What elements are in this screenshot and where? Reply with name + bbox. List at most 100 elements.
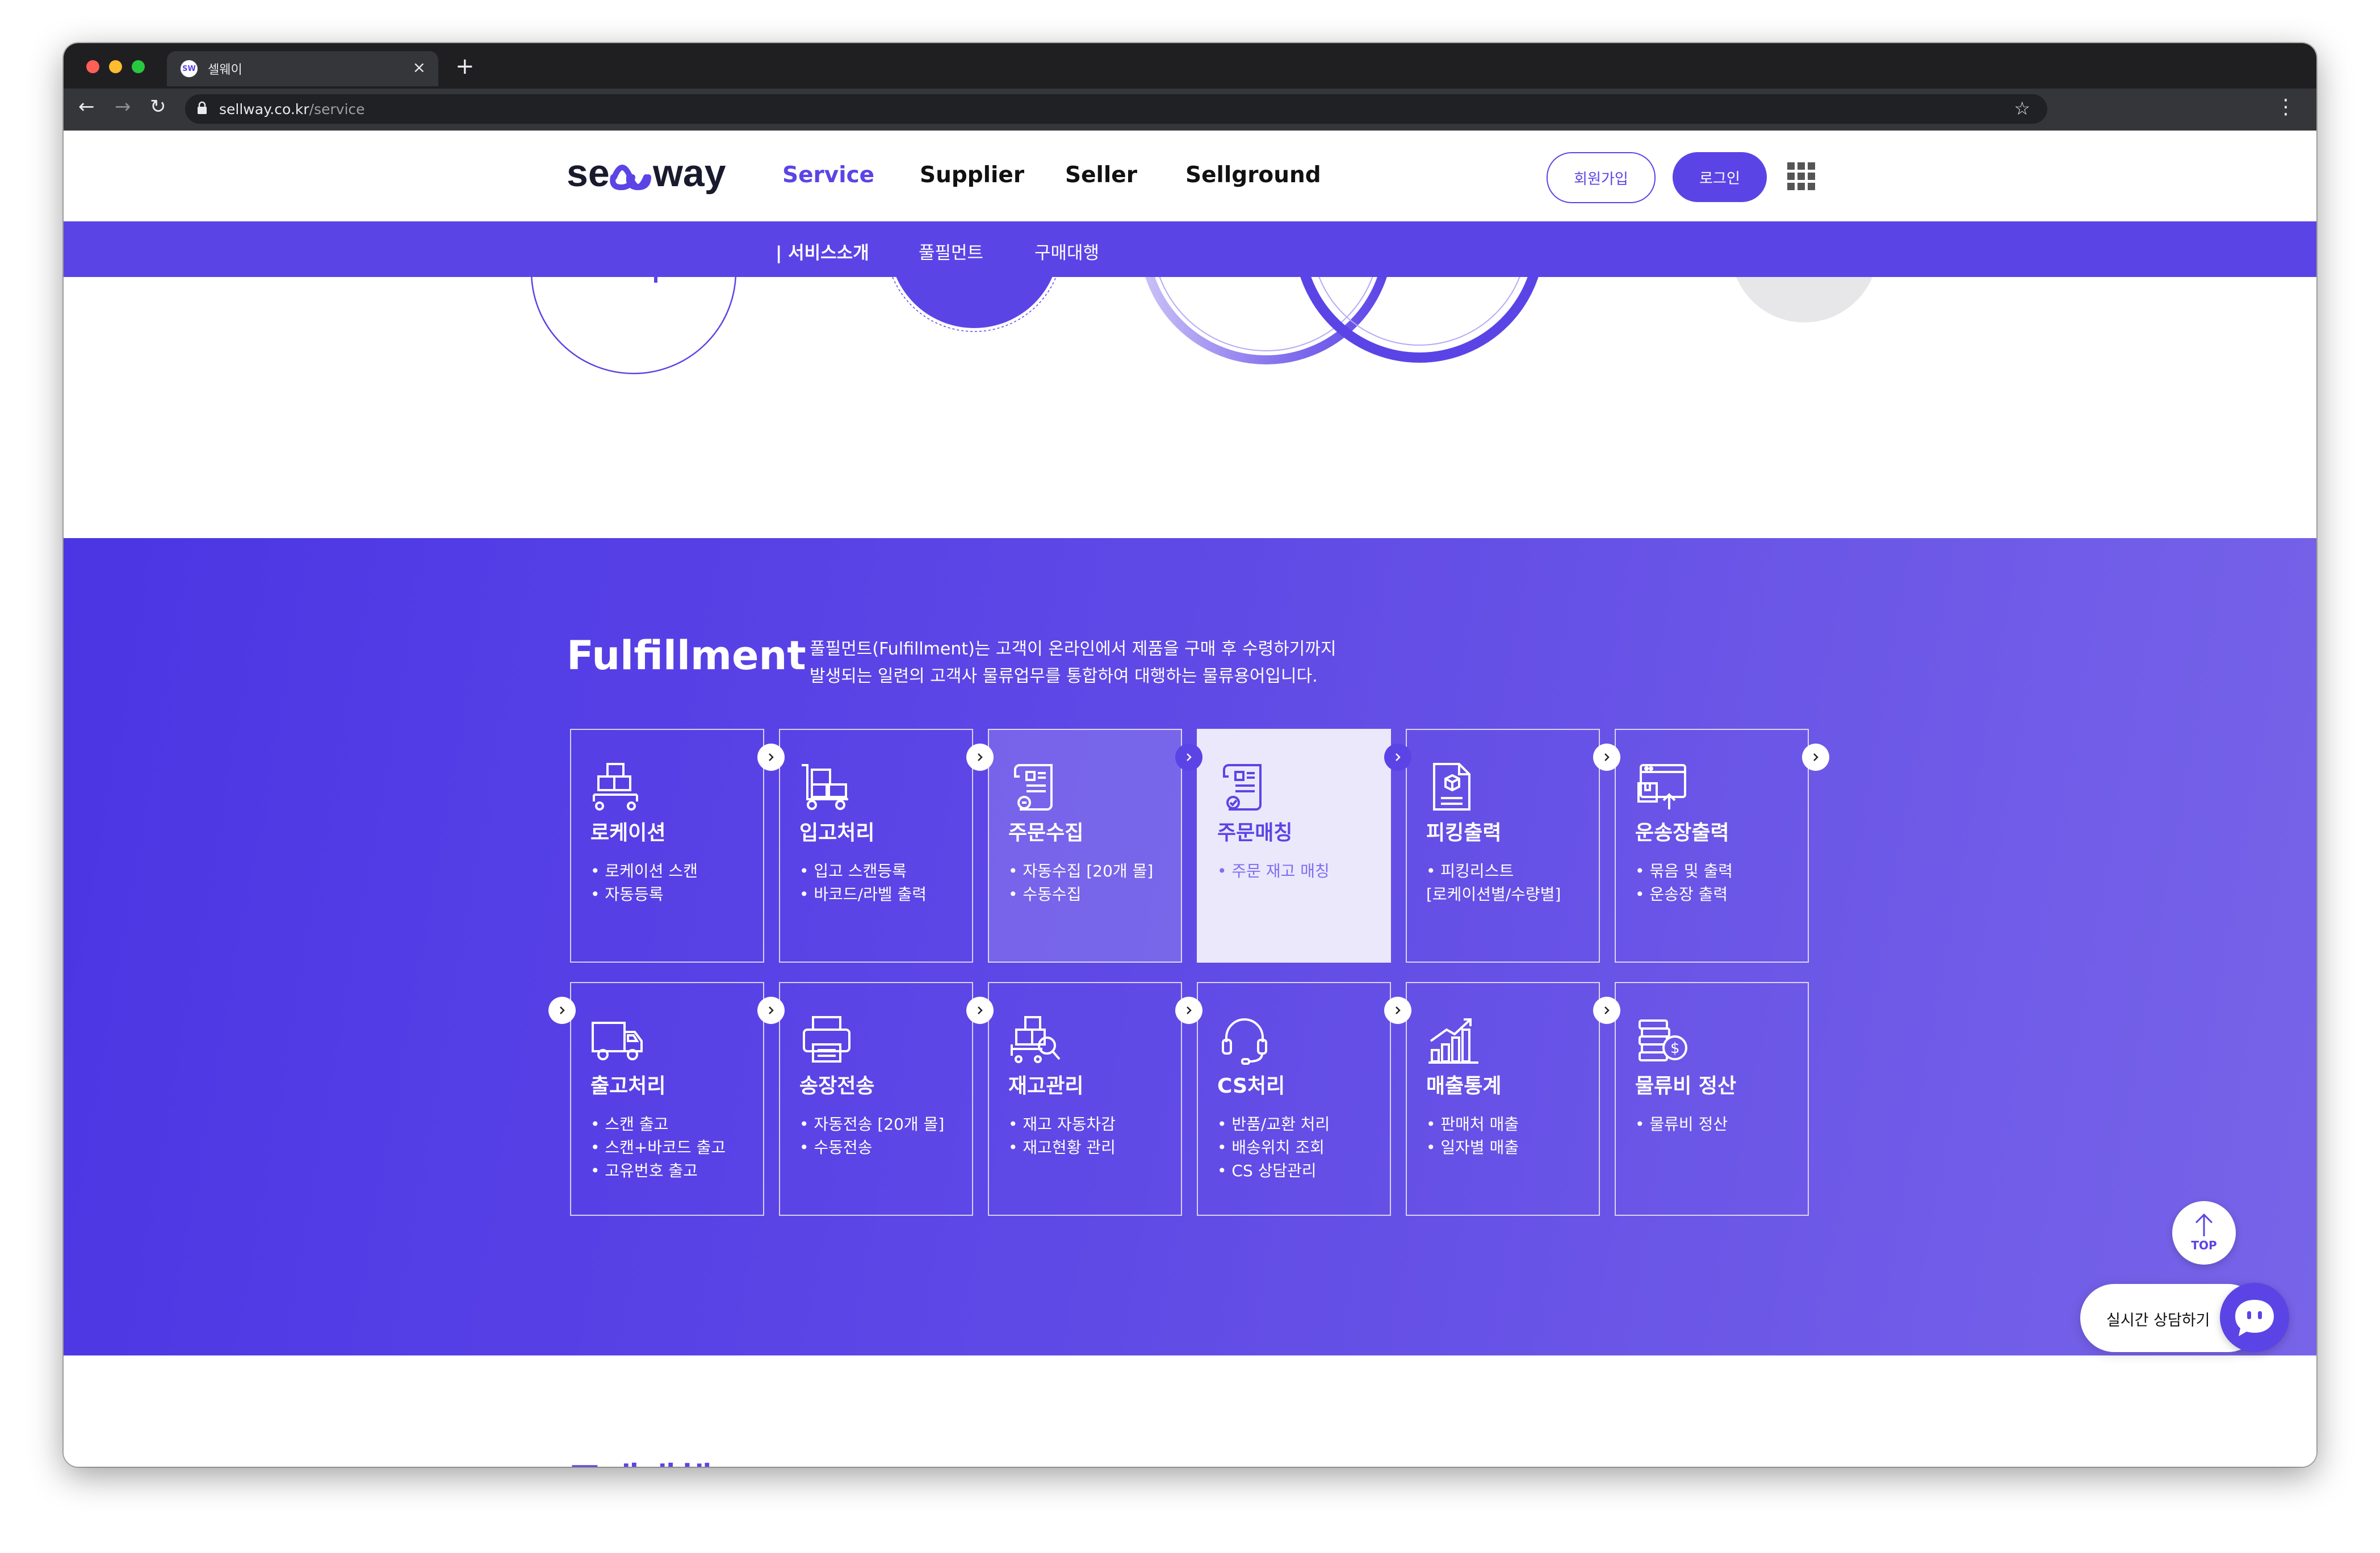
- card-items: • 자동전송 [20개 몰] • 수동전송: [799, 1113, 944, 1159]
- fulfillment-section: Fulfillment 풀필먼트(Fulfillment)는 고객이 온라인에서…: [64, 538, 2316, 1355]
- signup-button[interactable]: 회원가입: [1547, 152, 1656, 203]
- printer-icon: [803, 1016, 850, 1063]
- step-arrow-icon: [548, 997, 576, 1024]
- card-item: • 자동수집 [20개 몰]: [1008, 862, 1154, 880]
- sub-navigation: | 서비스소개 풀필먼트 구매대행: [64, 221, 2316, 277]
- card-order-collect[interactable]: 주문수집 • 자동수집 [20개 몰] • 수동수집: [988, 729, 1182, 963]
- tab-title: 셀웨이: [208, 63, 242, 77]
- site-header: se way Service Supplier Seller Sellgroun…: [64, 131, 2316, 221]
- minimize-window-button[interactable]: [109, 60, 122, 73]
- boxes-on-cart-icon: [593, 763, 638, 811]
- app-grid-icon[interactable]: [1787, 162, 1816, 191]
- card-title: 피킹출력: [1426, 821, 1502, 845]
- lock-icon: [198, 101, 207, 114]
- browser-window: SW 셀웨이 × + ← → ↻ sellway.co.kr/service ☆…: [64, 43, 2316, 1467]
- close-tab-icon[interactable]: ×: [413, 58, 426, 77]
- card-item: • 주문 재고 매칭: [1217, 862, 1330, 880]
- purchase-agency-section: 구매대행: [64, 1355, 2316, 1467]
- svg-text:way: way: [652, 152, 726, 195]
- new-tab-icon[interactable]: +: [455, 53, 475, 79]
- bookmark-star-icon[interactable]: ☆: [2014, 98, 2030, 119]
- nav-supplier[interactable]: Supplier: [920, 162, 1024, 188]
- inventory-search-icon: [1011, 1016, 1061, 1063]
- login-button[interactable]: 로그인: [1673, 152, 1767, 202]
- url-text: sellway.co.kr/service: [219, 101, 365, 117]
- chat-label: 실시간 상담하기: [2106, 1312, 2210, 1329]
- nav-seller[interactable]: Seller: [1065, 162, 1137, 188]
- card-item: [로케이션별/수량별]: [1426, 885, 1561, 904]
- card-items: • 피킹리스트 [로케이션별/수량별]: [1426, 859, 1561, 906]
- card-outbound[interactable]: 출고처리 • 스캔 출고 • 스캔+바코드 출고 • 고유번호 출고: [570, 982, 764, 1216]
- card-item: • 바코드/라벨 출력: [799, 885, 927, 904]
- card-title: 출고처리: [590, 1074, 666, 1098]
- card-waybill[interactable]: 운송장출력 • 묶음 및 출력 • 운송장 출력: [1615, 729, 1809, 963]
- svg-text:se: se: [567, 152, 610, 195]
- browser-tab[interactable]: SW 셀웨이 ×: [167, 51, 438, 86]
- chat-button[interactable]: [2220, 1283, 2289, 1352]
- scroll-top-button[interactable]: TOP: [2172, 1201, 2236, 1265]
- card-location[interactable]: 로케이션 • 로케이션 스캔 • 자동등록: [570, 729, 764, 963]
- card-logistics-settlement[interactable]: $ 물류비 정산 • 물류비 정산: [1615, 982, 1809, 1216]
- reload-icon[interactable]: ↻: [150, 95, 166, 118]
- hero-illustration: [64, 277, 2316, 538]
- card-item: • 묶음 및 출력: [1635, 862, 1733, 880]
- headset-icon: [1222, 1018, 1267, 1065]
- card-item: • 스캔+바코드 출고: [590, 1138, 726, 1157]
- card-inbound[interactable]: 입고처리 • 입고 스캔등록 • 바코드/라벨 출력: [779, 729, 973, 963]
- card-title: 주문매칭: [1217, 821, 1293, 845]
- zoom-window-button[interactable]: [132, 60, 145, 73]
- waybill-print-icon: [1637, 764, 1686, 809]
- subnav-purchase-agency[interactable]: 구매대행: [1034, 238, 1099, 264]
- url-host: sellway.co.kr: [219, 101, 309, 117]
- sellway-logo[interactable]: se way: [567, 149, 737, 200]
- card-items: • 판매처 매출 • 일자별 매출: [1426, 1113, 1519, 1159]
- card-title: 매출통계: [1426, 1074, 1502, 1098]
- card-item: • 스캔 출고: [590, 1115, 669, 1134]
- card-cs[interactable]: CS처리 • 반품/교환 처리 • 배송위치 조회 • CS 상담관리: [1197, 982, 1391, 1216]
- favicon-icon: SW: [181, 60, 198, 77]
- card-items: • 주문 재고 매칭: [1217, 859, 1330, 883]
- forward-icon[interactable]: →: [115, 95, 131, 118]
- card-title: 로케이션: [590, 821, 666, 845]
- nav-service[interactable]: Service: [782, 162, 874, 188]
- scroll-top-label: TOP: [2191, 1239, 2217, 1252]
- subnav-service-intro[interactable]: | 서비스소개: [776, 238, 869, 264]
- card-item: • 판매처 매출: [1426, 1115, 1519, 1134]
- subnav-fulfillment[interactable]: 풀필먼트: [919, 238, 983, 264]
- svg-text:$: $: [1670, 1040, 1680, 1057]
- step-arrow-icon: [1175, 997, 1202, 1024]
- card-invoice-send[interactable]: 송장전송 • 자동전송 [20개 몰] • 수동전송: [779, 982, 973, 1216]
- card-inventory[interactable]: 재고관리 • 재고 자동차감 • 재고현황 관리: [988, 982, 1182, 1216]
- order-match-icon: [1223, 764, 1262, 811]
- step-arrow-icon: [1384, 997, 1411, 1024]
- order-scroll-icon: [1014, 764, 1053, 811]
- card-order-match[interactable]: 주문매칭 • 주문 재고 매칭: [1197, 729, 1391, 963]
- card-items: • 스캔 출고 • 스캔+바코드 출고 • 고유번호 출고: [590, 1113, 726, 1182]
- card-title: CS처리: [1217, 1074, 1285, 1098]
- hand-truck-icon: [802, 764, 848, 810]
- hero-circles-graphic: [531, 277, 1872, 375]
- delivery-truck-icon: [592, 1022, 643, 1060]
- picking-doc-icon: [1433, 763, 1470, 811]
- card-sales-stats[interactable]: 매출통계 • 판매처 매출 • 일자별 매출: [1406, 982, 1600, 1216]
- card-item: • 자동등록: [590, 885, 664, 904]
- card-item: • 물류비 정산: [1635, 1115, 1728, 1134]
- card-title: 입고처리: [799, 821, 875, 845]
- card-item: • 입고 스캔등록: [799, 862, 907, 880]
- nav-sellground[interactable]: Sellground: [1185, 162, 1321, 188]
- card-title: 운송장출력: [1635, 821, 1729, 845]
- card-item: • 반품/교환 처리: [1217, 1115, 1330, 1134]
- coins-icon: $: [1639, 1019, 1687, 1061]
- card-item: • 재고현황 관리: [1008, 1138, 1116, 1157]
- card-item: • 재고 자동차감: [1008, 1115, 1116, 1134]
- card-picking[interactable]: 피킹출력 • 피킹리스트 [로케이션별/수량별]: [1406, 729, 1600, 963]
- address-bar[interactable]: sellway.co.kr/service ☆: [185, 94, 2047, 124]
- close-window-button[interactable]: [86, 60, 99, 73]
- card-item: • 운송장 출력: [1635, 885, 1728, 904]
- back-icon[interactable]: ←: [78, 95, 95, 118]
- card-items: • 로케이션 스캔 • 자동등록: [590, 859, 698, 906]
- card-items: • 자동수집 [20개 몰] • 수동수집: [1008, 859, 1153, 906]
- web-page: se way Service Supplier Seller Sellgroun…: [64, 131, 2316, 1467]
- browser-menu-icon[interactable]: ⋮: [2276, 95, 2296, 119]
- step-arrow-icon: [966, 744, 994, 771]
